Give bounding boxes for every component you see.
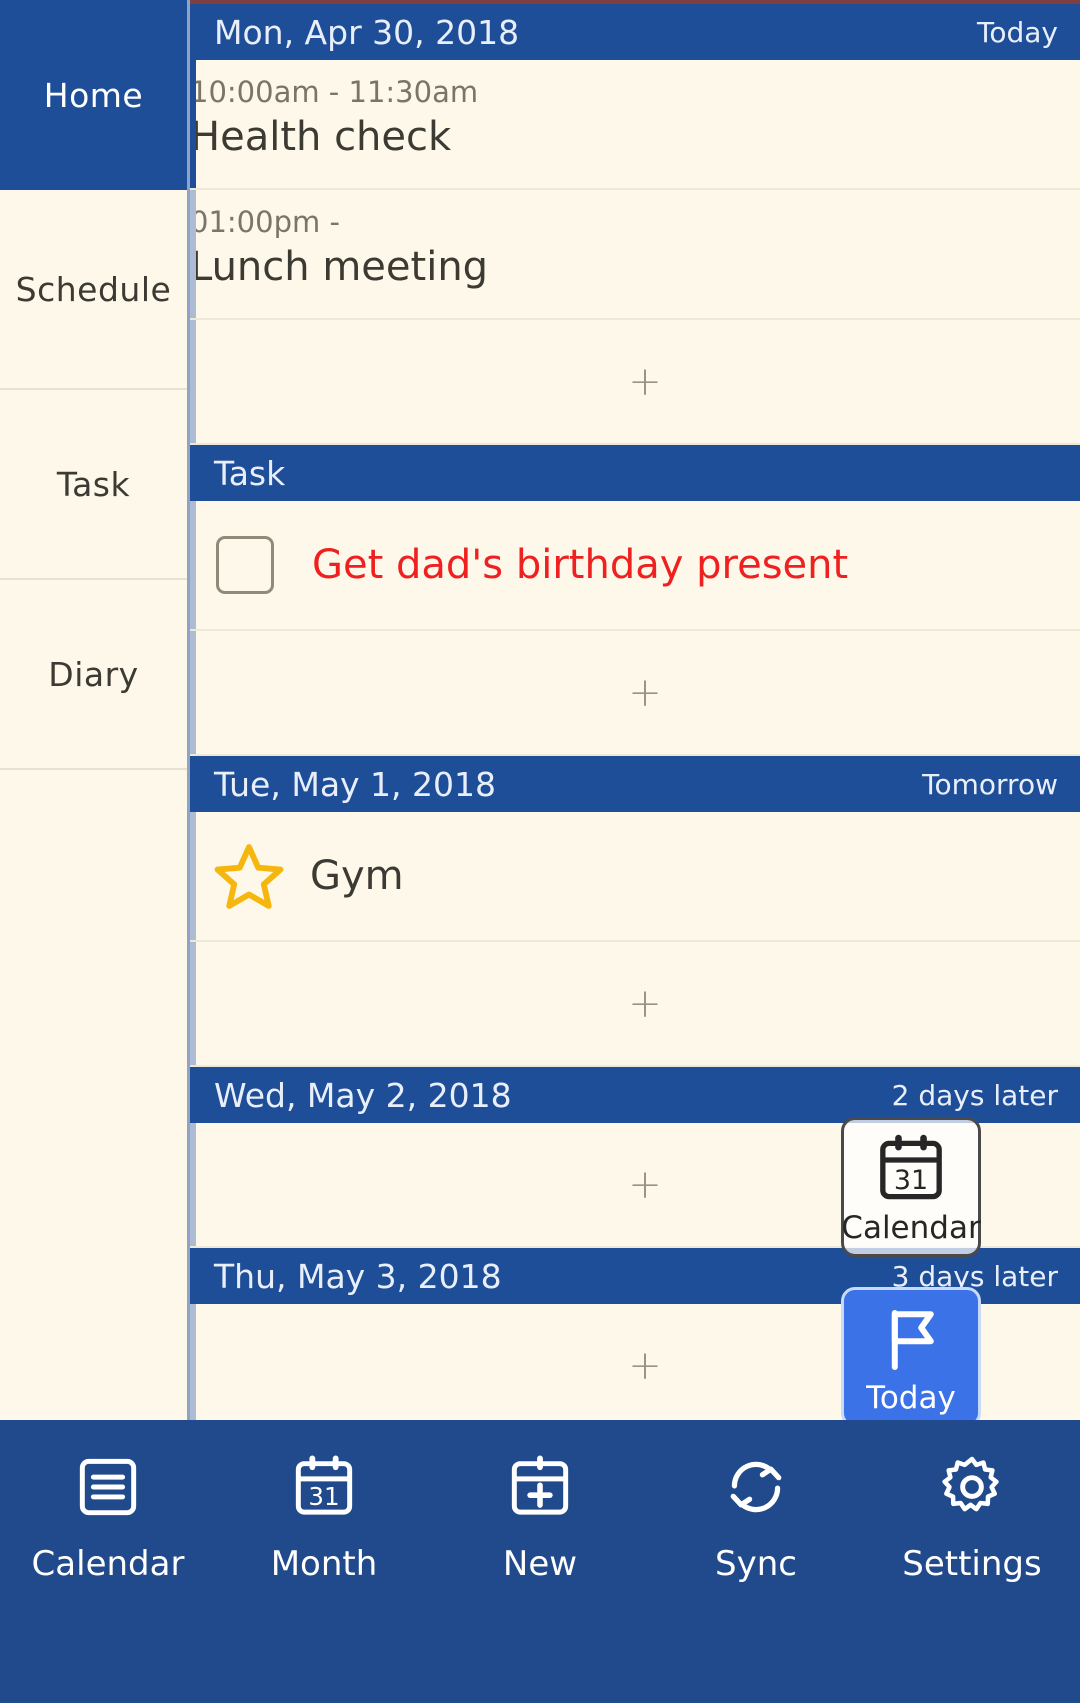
add-task-button[interactable]: + (190, 631, 1080, 756)
sidebar-item-home[interactable]: Home (0, 0, 187, 190)
event-row[interactable]: 01:00pm - Lunch meeting (190, 190, 1080, 320)
sidebar-item-diary[interactable]: Diary (0, 580, 187, 770)
sidebar-item-label: Task (56, 464, 131, 504)
svg-text:31: 31 (308, 1482, 339, 1511)
date-label: Tue, May 1, 2018 (214, 764, 497, 804)
task-title: Get dad's birthday present (312, 542, 849, 588)
event-row[interactable]: 10:00am - 11:30am Health check (190, 60, 1080, 190)
star-icon (214, 844, 284, 909)
date-label: Thu, May 3, 2018 (214, 1256, 502, 1296)
date-label: Mon, Apr 30, 2018 (214, 12, 520, 52)
nav-item-sync[interactable]: Sync (648, 1452, 864, 1584)
bottom-navigation-bar: Calendar 31 Month New Sync Settings (0, 1420, 1080, 1703)
plus-icon: + (628, 1161, 662, 1208)
calendar-plus-icon (511, 1455, 569, 1515)
flag-icon (891, 1310, 934, 1370)
date-header[interactable]: Tue, May 1, 2018 Tomorrow (190, 756, 1080, 812)
sidebar: Home Schedule Task Diary (0, 0, 190, 1420)
nav-item-label: Settings (902, 1544, 1042, 1584)
task-checkbox[interactable] (216, 536, 274, 594)
event-time: 01:00pm - (190, 205, 340, 239)
date-relative-label: Today (977, 15, 1058, 49)
event-title: Gym (310, 853, 404, 899)
sidebar-item-label: Diary (48, 654, 139, 694)
nav-item-label: Calendar (31, 1544, 185, 1584)
nav-item-month[interactable]: 31 Month (216, 1452, 432, 1584)
nav-item-settings[interactable]: Settings (864, 1452, 1080, 1584)
floating-calendar-button[interactable]: 31 Calendar (841, 1117, 981, 1257)
gear-icon (942, 1456, 999, 1512)
date-relative-label: 2 days later (891, 1078, 1058, 1112)
task-row[interactable]: Get dad's birthday present (190, 501, 1080, 631)
task-section-header[interactable]: Task (190, 445, 1080, 501)
date-relative-label: Tomorrow (922, 767, 1058, 801)
date-header[interactable]: Wed, May 2, 2018 2 days later (190, 1067, 1080, 1123)
event-title: Lunch meeting (190, 244, 489, 291)
nav-item-calendar[interactable]: Calendar (0, 1452, 216, 1584)
date-header[interactable]: Mon, Apr 30, 2018 Today (190, 4, 1080, 60)
add-event-button[interactable]: + (190, 942, 1080, 1067)
nav-item-new[interactable]: New (432, 1452, 648, 1584)
plus-icon: + (628, 980, 662, 1027)
sidebar-item-schedule[interactable]: Schedule (0, 190, 187, 390)
nav-item-label: Month (270, 1544, 378, 1584)
calendar-31-icon: 31 (295, 1455, 353, 1515)
date-label: Wed, May 2, 2018 (214, 1075, 512, 1115)
sidebar-item-label: Schedule (15, 269, 172, 309)
calendar-31-icon: 31 (880, 1134, 942, 1200)
event-time: 10:00am - 11:30am (190, 75, 479, 109)
plus-icon: + (628, 358, 662, 405)
task-section-label: Task (214, 453, 286, 493)
nav-item-label: Sync (715, 1544, 797, 1584)
event-title: Health check (190, 114, 452, 161)
sync-icon (730, 1461, 782, 1513)
sidebar-item-label: Home (43, 75, 144, 115)
plus-icon: + (628, 1342, 662, 1389)
nav-item-label: New (502, 1544, 578, 1584)
event-row[interactable]: Gym (190, 812, 1080, 942)
floating-today-button[interactable]: Today (841, 1287, 981, 1427)
list-icon (79, 1458, 137, 1516)
plus-icon: + (628, 669, 662, 716)
sidebar-item-task[interactable]: Task (0, 390, 187, 580)
floating-button-label: Today (866, 1380, 956, 1416)
add-event-button[interactable]: + (190, 320, 1080, 445)
floating-button-label: Calendar (841, 1210, 981, 1246)
svg-text:31: 31 (894, 1165, 928, 1196)
